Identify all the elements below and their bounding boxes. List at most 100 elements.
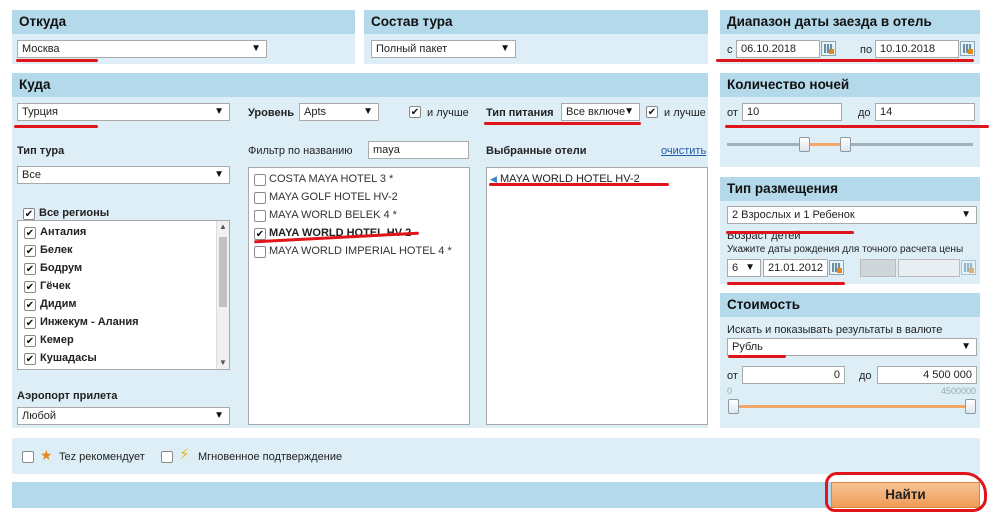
region-checkbox[interactable]: [24, 263, 36, 275]
region-checkbox[interactable]: [24, 281, 36, 293]
instant-label: Мгновенное подтверждение: [198, 451, 343, 463]
price-slider-min-handle[interactable]: [728, 399, 739, 414]
from-city-select[interactable]: Москва ▼: [17, 40, 267, 58]
composition-value: Полный пакет: [376, 43, 448, 55]
level-better-checkbox[interactable]: [409, 106, 421, 118]
price-from-label: от: [727, 370, 738, 382]
chevron-down-icon: ▼: [624, 106, 634, 117]
region-label: Белек: [40, 244, 73, 256]
scroll-thumb[interactable]: [219, 237, 227, 307]
calendar-icon[interactable]: [960, 41, 975, 56]
hotel-checkbox[interactable]: [254, 210, 266, 222]
region-checkbox[interactable]: [24, 317, 36, 329]
composition-title: Состав тура: [364, 10, 708, 34]
chevron-down-icon: ▼: [214, 106, 224, 117]
price-from-input[interactable]: 0: [742, 366, 845, 384]
calendar-icon: [961, 260, 976, 275]
date-to-input[interactable]: 10.10.2018: [875, 40, 959, 58]
airport-select[interactable]: Любой ▼: [17, 407, 230, 425]
selected-hotels-label: Выбранные отели: [486, 145, 587, 157]
accommodation-title: Тип размещения: [720, 177, 980, 201]
date-from-value: 06.10.2018: [741, 43, 797, 55]
chevron-down-icon: ▼: [961, 341, 971, 352]
chevron-down-icon: ▼: [214, 410, 224, 421]
region-label: Инжекум - Алания: [40, 316, 139, 328]
hotel-checkbox[interactable]: [254, 192, 266, 204]
highlight-underline: [725, 125, 989, 128]
meal-select[interactable]: Все включе ▼: [561, 103, 640, 121]
meal-value: Все включе: [566, 106, 626, 118]
country-value: Турция: [22, 106, 58, 118]
composition-select[interactable]: Полный пакет ▼: [371, 40, 516, 58]
highlight-underline: [728, 355, 786, 358]
child-birth-input[interactable]: 21.01.2012: [763, 259, 828, 277]
hotel-name: MAYA GOLF HOTEL HV-2: [269, 191, 398, 203]
region-checkbox[interactable]: [24, 353, 36, 365]
search-button-highlight: [825, 472, 987, 512]
country-select[interactable]: Турция ▼: [17, 103, 230, 121]
region-label: Дидим: [40, 298, 77, 310]
from-panel: Откуда Москва ▼: [12, 10, 355, 64]
calendar-icon[interactable]: [821, 41, 836, 56]
price-to-input[interactable]: 4 500 000: [877, 366, 977, 384]
level-select[interactable]: Apts ▼: [299, 103, 379, 121]
date-from-input[interactable]: 06.10.2018: [736, 40, 820, 58]
tour-type-select[interactable]: Все ▼: [17, 166, 230, 184]
chevron-down-icon: ▼: [251, 43, 261, 54]
region-checkbox[interactable]: [24, 245, 36, 257]
scroll-up-icon[interactable]: ▲: [219, 222, 227, 231]
chevron-down-icon: ▼: [961, 209, 971, 220]
recommended-label: Tez рекомендует: [59, 451, 145, 463]
hotel-checkbox[interactable]: [254, 174, 266, 186]
child-age-select[interactable]: 6 ▼: [727, 259, 761, 277]
nights-from-value: 10: [747, 106, 760, 118]
calendar-icon[interactable]: [829, 260, 844, 275]
hotel-filter-input[interactable]: maya: [368, 141, 469, 159]
nights-slider-range: [805, 143, 845, 146]
level-better-label: и лучше: [427, 107, 469, 119]
clear-link[interactable]: очистить: [661, 145, 706, 157]
meal-better-label: и лучше: [664, 107, 706, 119]
nights-slider-min-handle[interactable]: [799, 137, 810, 152]
dates-from-label: с: [727, 44, 733, 56]
price-title: Стоимость: [720, 293, 980, 317]
price-to-label: до: [859, 370, 872, 382]
dates-to-label: по: [860, 44, 873, 56]
highlight-underline: [484, 122, 641, 125]
hotel-checkbox[interactable]: [254, 228, 266, 240]
meal-better-checkbox[interactable]: [646, 106, 658, 118]
highlight-underline: [489, 183, 669, 186]
currency-select[interactable]: Рубль ▼: [727, 338, 977, 356]
nights-from-label: от: [727, 107, 738, 119]
region-label: Кемер: [40, 334, 74, 346]
nights-to-input[interactable]: 14: [875, 103, 975, 121]
price-slider-max-handle[interactable]: [965, 399, 976, 414]
accommodation-select[interactable]: 2 Взрослых и 1 Ребенок ▼: [727, 206, 977, 224]
scroll-down-icon[interactable]: ▼: [219, 358, 227, 367]
child2-birth-disabled: [898, 259, 960, 277]
region-checkbox[interactable]: [24, 335, 36, 347]
hotel-filter-value: maya: [373, 144, 400, 156]
from-city-value: Москва: [22, 43, 60, 55]
region-checkbox[interactable]: [24, 299, 36, 311]
hotel-checkbox[interactable]: [254, 246, 266, 258]
nights-slider-max-handle[interactable]: [840, 137, 851, 152]
chevron-down-icon: ▼: [363, 106, 373, 117]
nights-to-value: 14: [880, 106, 893, 118]
nights-from-input[interactable]: 10: [742, 103, 842, 121]
all-regions-checkbox[interactable]: [23, 208, 35, 220]
tour-type-label: Тип тура: [17, 145, 65, 157]
selected-hotels-list[interactable]: ◀ MAYA WORLD HOTEL HV-2: [486, 167, 708, 425]
hotels-list[interactable]: COSTA MAYA HOTEL 3 * MAYA GOLF HOTEL HV-…: [248, 167, 470, 425]
region-checkbox[interactable]: [24, 227, 36, 239]
child-age-value: 6: [732, 262, 739, 274]
instant-checkbox[interactable]: [161, 451, 173, 463]
accommodation-value: 2 Взрослых и 1 Ребенок: [732, 209, 855, 221]
dates-title: Диапазон даты заезда в отель: [720, 10, 980, 34]
regions-scrollbar[interactable]: ▲ ▼: [216, 221, 229, 369]
recommended-checkbox[interactable]: [22, 451, 34, 463]
region-label: Бодрум: [40, 262, 83, 274]
chevron-down-icon: ▼: [745, 262, 755, 273]
regions-list[interactable]: Анталия Белек Бодрум Гёчек Дидим Инжекум…: [17, 220, 230, 370]
price-panel: Стоимость Искать и показывать результаты…: [720, 293, 980, 428]
